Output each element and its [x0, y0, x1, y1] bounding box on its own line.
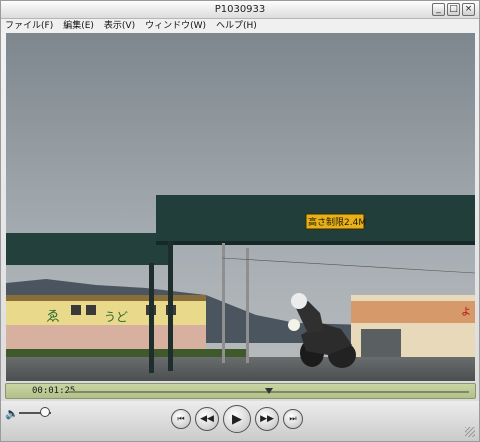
volume-slider-knob[interactable]: [39, 407, 50, 417]
play-icon: ▶: [232, 411, 242, 427]
skip-back-button[interactable]: ⏮: [171, 409, 191, 429]
window-controls: _ □ ×: [432, 3, 475, 16]
play-button[interactable]: ▶: [223, 405, 251, 433]
rewind-icon: ◀◀: [200, 414, 214, 424]
minimize-button[interactable]: _: [432, 3, 445, 16]
transport-controls: ⏮ ◀◀ ▶ ▶▶ ⏭: [171, 405, 303, 433]
building-left-roof: [6, 295, 206, 301]
utility-pole-2: [246, 248, 249, 363]
building-left-sign: ゑ: [46, 309, 60, 325]
window-pane: [86, 305, 96, 315]
menu-window[interactable]: ウィンドウ(W): [145, 19, 206, 33]
playhead[interactable]: [264, 388, 273, 394]
menu-bar: ファイル(F) 編集(E) 表示(V) ウィンドウ(W) ヘルプ(H): [1, 19, 479, 33]
rewind-button[interactable]: ◀◀: [195, 407, 219, 431]
utility-pole-1: [222, 243, 225, 363]
timeline-track[interactable]: [68, 388, 469, 394]
menu-help[interactable]: ヘルプ(H): [216, 19, 257, 33]
hedge: [6, 349, 246, 357]
maximize-button[interactable]: □: [447, 3, 460, 16]
headlight: [288, 319, 300, 331]
timeline-bar[interactable]: 00:01:25: [5, 383, 476, 399]
skip-forward-icon: ⏭: [289, 414, 297, 423]
title-bar[interactable]: P1030933 _ □ ×: [1, 1, 479, 19]
resize-grip[interactable]: [465, 427, 475, 437]
window-pane: [71, 305, 81, 315]
road: [6, 357, 475, 381]
building-right-sign: よ: [461, 306, 471, 318]
canopy-post-left: [149, 263, 154, 373]
rider-helmet: [291, 293, 307, 309]
fast-forward-button[interactable]: ▶▶: [255, 407, 279, 431]
fast-forward-icon: ▶▶: [260, 414, 274, 424]
canopy-post-right: [168, 241, 173, 371]
video-frame[interactable]: ゑ うど よ 高さ制限2.4M: [6, 33, 475, 381]
skip-back-icon: ⏮: [177, 414, 185, 423]
building-right-band: [351, 301, 475, 323]
media-player-window: P1030933 _ □ × ファイル(F) 編集(E) 表示(V) ウィンドウ…: [0, 0, 480, 442]
menu-edit[interactable]: 編集(E): [63, 19, 94, 33]
menu-file[interactable]: ファイル(F): [5, 19, 53, 33]
video-scene: ゑ うど よ 高さ制限2.4M: [6, 33, 475, 381]
building-right-entrance: [361, 329, 401, 359]
canopy-left: [6, 233, 171, 265]
height-limit-text: 高さ制限2.4M: [308, 216, 366, 228]
menu-view[interactable]: 表示(V): [104, 19, 135, 33]
building-left-sign2: うど: [104, 310, 128, 324]
transport-area: 🔈 ⏮ ◀◀ ▶ ▶▶ ⏭: [1, 401, 479, 441]
skip-forward-button[interactable]: ⏭: [283, 409, 303, 429]
close-button[interactable]: ×: [462, 3, 475, 16]
canopy-edge: [156, 241, 475, 245]
speaker-icon[interactable]: 🔈: [5, 407, 19, 420]
window-title: P1030933: [214, 4, 266, 15]
